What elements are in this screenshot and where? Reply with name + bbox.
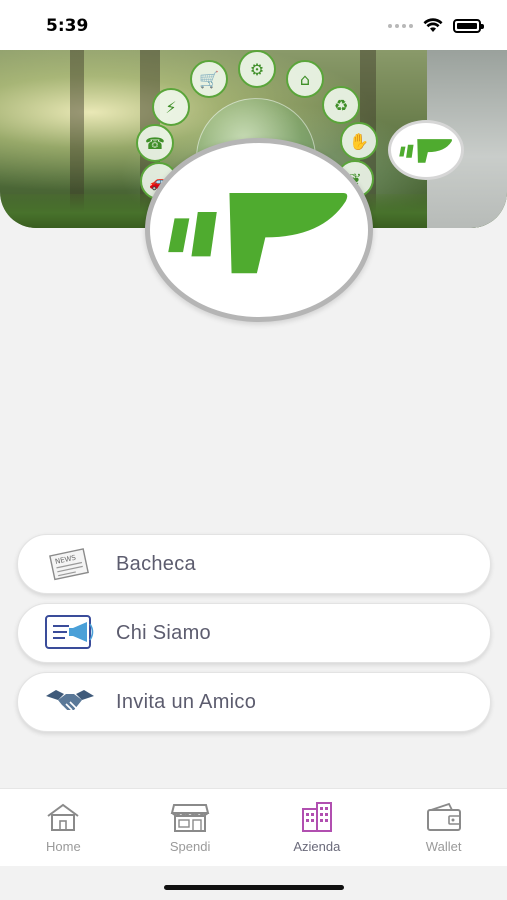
- recycle-icon: ♻: [322, 86, 360, 124]
- shop-icon: [170, 801, 210, 833]
- home-indicator: [164, 885, 344, 890]
- handshake-icon: ✋: [340, 122, 378, 160]
- tool-icon: ⚙: [238, 50, 276, 88]
- cellular-signal-icon: [388, 23, 413, 28]
- tab-spendi[interactable]: Spendi: [127, 789, 254, 866]
- tab-label-home: Home: [46, 839, 81, 854]
- house-icon: [43, 801, 83, 833]
- menu-list: NEWS Bacheca Chi Siamo Invita un Amico: [17, 534, 491, 741]
- house-icon: ⌂: [286, 60, 324, 98]
- brand-logo: [145, 138, 373, 322]
- menu-item-bacheca[interactable]: NEWS Bacheca: [17, 534, 491, 594]
- phone-icon: ☎: [136, 124, 174, 162]
- menu-label-bacheca: Bacheca: [116, 552, 196, 575]
- handshake-icon: [42, 679, 98, 725]
- wifi-icon: [423, 18, 443, 32]
- tab-azienda[interactable]: Azienda: [254, 789, 381, 866]
- megaphone-icon: [42, 610, 98, 656]
- status-bar: 5:39: [0, 0, 507, 52]
- tab-bar: Home Spendi Azienda Wallet: [0, 788, 507, 866]
- tab-label-wallet: Wallet: [425, 839, 462, 854]
- tab-wallet[interactable]: Wallet: [380, 789, 507, 866]
- menu-item-chi-siamo[interactable]: Chi Siamo: [17, 603, 491, 663]
- brand-mark-icon: [399, 139, 453, 163]
- brand-logo-small: [388, 120, 464, 180]
- tab-home[interactable]: Home: [0, 789, 127, 866]
- menu-label-invita-amico: Invita un Amico: [116, 690, 257, 713]
- tab-label-azienda: Azienda: [293, 839, 341, 854]
- news-icon: NEWS: [42, 541, 98, 587]
- status-icons: [388, 18, 484, 33]
- status-time: 5:39: [46, 16, 89, 36]
- meter-icon: ⚡: [152, 88, 190, 126]
- battery-icon: [453, 18, 484, 33]
- building-icon: [297, 801, 337, 833]
- cart-icon: 🛒: [190, 60, 228, 98]
- tab-label-spendi: Spendi: [169, 839, 211, 854]
- menu-item-invita-amico[interactable]: Invita un Amico: [17, 672, 491, 732]
- menu-label-chi-siamo: Chi Siamo: [116, 621, 211, 644]
- brand-mark-icon: [168, 193, 348, 274]
- wallet-icon: [424, 801, 464, 833]
